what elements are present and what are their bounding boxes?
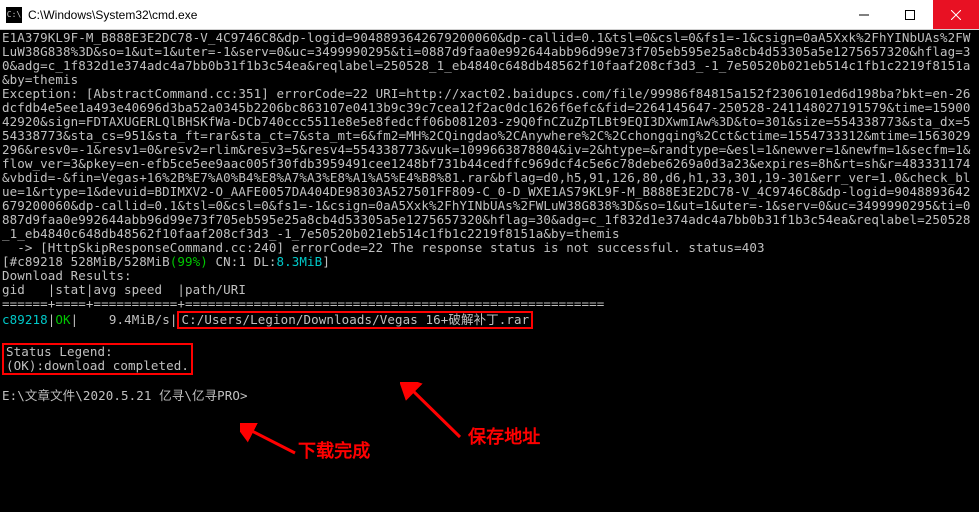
- table-header: gid |stat|avg speed |path/URI: [2, 282, 246, 297]
- row-speed: 9.4MiB/s: [86, 312, 170, 327]
- annotation-save-path: 保存地址: [468, 430, 540, 444]
- annotation-download-complete: 下载完成: [298, 444, 370, 458]
- progress-dl-speed: 8.3MiB: [277, 254, 323, 269]
- close-button[interactable]: [933, 0, 979, 29]
- dump-text: E1A379KL9F-M_B888E3E2DC78-V_4C9746C8&dp-…: [2, 30, 970, 87]
- progress-prefix: [#c89218 528MiB/528MiB: [2, 254, 170, 269]
- table-divider: ======+====+===========+================…: [2, 296, 604, 311]
- row-gid: c89218: [2, 312, 48, 327]
- minimize-button[interactable]: [841, 0, 887, 29]
- window-controls: [841, 0, 979, 29]
- progress-cn: CN:1 DL:: [208, 254, 277, 269]
- maximize-button[interactable]: [887, 0, 933, 29]
- status-legend-title: Status Legend:: [6, 344, 113, 359]
- row-sep2: |: [170, 312, 178, 327]
- progress-percent: (99%): [170, 254, 208, 269]
- arrow-download-complete-icon: [240, 423, 300, 458]
- status-legend-box: Status Legend: (OK):download completed.: [2, 343, 193, 375]
- exception-line: Exception: [AbstractCommand.cc:351] erro…: [2, 86, 970, 241]
- titlebar: C:\Windows\System32\cmd.exe: [0, 0, 979, 30]
- arrow-save-path-icon: [400, 382, 470, 442]
- row-sep1: |: [71, 312, 86, 327]
- row-path-box: C:/Users/Legion/Downloads/Vegas 16+破解补丁.…: [177, 311, 533, 329]
- row-stat: OK: [55, 312, 70, 327]
- status-legend-ok: (OK):download completed.: [6, 358, 189, 373]
- download-results-label: Download Results:: [2, 268, 132, 283]
- progress-suffix: ]: [322, 254, 330, 269]
- prompt: E:\文章文件\2020.5.21 亿寻\亿寻PRO>: [2, 388, 248, 403]
- terminal-output[interactable]: E1A379KL9F-M_B888E3E2DC78-V_4C9746C8&dp-…: [0, 30, 979, 512]
- skip-response-line: -> [HttpSkipResponseCommand.cc:240] erro…: [2, 240, 765, 255]
- cmd-icon: [6, 7, 22, 23]
- window-title: C:\Windows\System32\cmd.exe: [28, 8, 841, 22]
- row-path: C:/Users/Legion/Downloads/Vegas 16+破解补丁.…: [181, 312, 529, 327]
